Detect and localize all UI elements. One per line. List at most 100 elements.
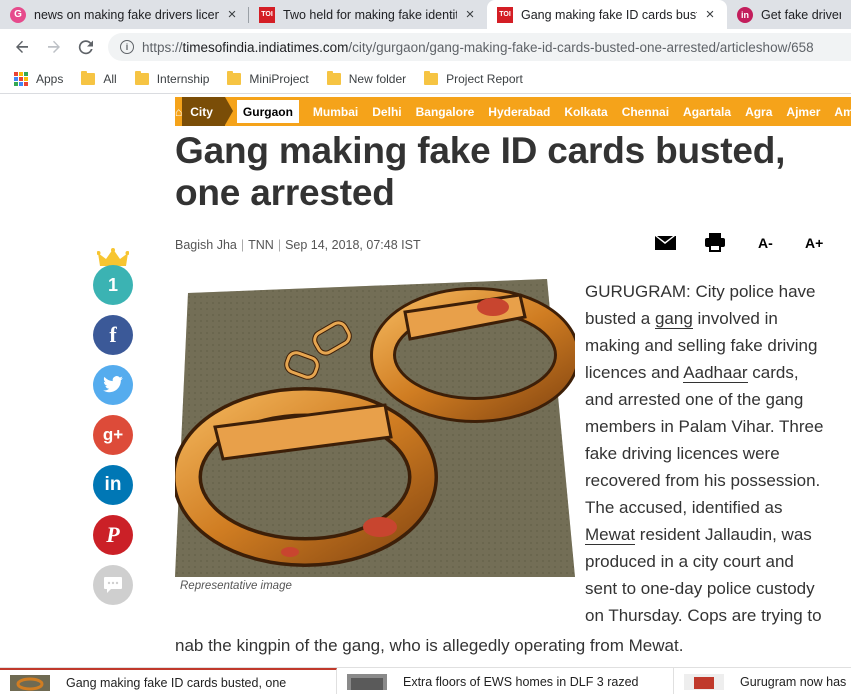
nav-city-link[interactable]: Hyderabad [488,105,550,119]
forward-arrow-icon[interactable] [38,31,70,63]
body-text: GURUGRAM: City police have [585,282,816,301]
tab-title: Gang making fake ID cards buste [521,7,697,22]
nav-city-link[interactable]: Amara [834,105,851,119]
folder-icon [134,71,149,85]
bookmark-all[interactable]: All [81,71,117,86]
tab-title: Get fake driver's l [761,7,841,22]
related-story[interactable]: Gang making fake ID cards busted, one [0,668,337,694]
nav-city-gurgaon[interactable]: Gurgaon [236,100,299,123]
reload-icon[interactable] [70,31,102,63]
folder-icon [81,71,96,85]
bookmark-apps[interactable]: Apps [14,72,63,86]
nav-city-link[interactable]: Delhi [372,105,401,119]
body-line: GURUGRAM: City police have [585,278,823,305]
body-text: involved in [692,309,778,328]
story-thumbnail [10,674,50,691]
font-decrease-button[interactable]: A- [758,235,773,251]
related-story-title: Extra floors of EWS homes in DLF 3 razed [403,674,639,689]
related-story[interactable]: Extra floors of EWS homes in DLF 3 razed [337,668,674,694]
address-bar[interactable]: i https://timesofindia.indiatimes.com/ci… [108,33,851,61]
body-text: resident Jallaudin, was [635,525,812,544]
headline-line: Gang making fake ID cards busted, [175,130,786,171]
browser-toolbar: i https://timesofindia.indiatimes.com/ci… [0,29,851,65]
body-last-line: nab the kingpin of the gang, who is alle… [175,636,684,655]
author-name[interactable]: Bagish Jha [175,238,237,252]
publish-date: Sep 14, 2018, 07:48 IST [285,238,421,252]
folder-icon [326,71,341,85]
back-arrow-icon[interactable] [6,31,38,63]
body-line: licences and Aadhaar cards, [585,359,823,386]
nav-city-link[interactable]: Agartala [683,105,731,119]
related-story-title: Gurugram now has [740,674,847,689]
body-line: Mewat resident Jallaudin, was [585,521,823,548]
body-text: on Thursday. Cops are trying to [585,606,822,625]
body-line: busted a gang involved in [585,305,823,332]
apps-grid-icon [14,72,28,86]
pinterest-share-icon[interactable]: P [93,515,133,555]
bookmarks-bar: Apps All Internship MiniProject New fold… [0,65,851,94]
url-host: timesofindia.indiatimes.com [182,39,349,55]
bookmark-label: All [103,72,117,86]
info-icon[interactable]: i [120,40,134,54]
comment-icon[interactable] [93,565,133,605]
nav-city-link[interactable]: Chennai [622,105,669,119]
print-icon[interactable] [705,233,725,252]
url-scheme: https:// [142,39,183,55]
tab-title: Two held for making fake identity [283,7,457,22]
byline-separator: | [240,238,245,252]
home-icon[interactable]: ⌂ [175,97,182,126]
googleplus-share-icon[interactable]: g+ [93,415,133,455]
nav-city-link[interactable]: Ajmer [786,105,820,119]
bookmark-project-report[interactable]: Project Report [424,71,523,86]
tab-get-fake-license[interactable]: in Get fake driver's l [727,0,851,29]
nav-city-link[interactable]: Agra [745,105,772,119]
image-caption: Representative image [180,580,292,592]
story-thumbnail [684,673,724,690]
bookmark-miniproject[interactable]: MiniProject [227,71,309,86]
body-text: fake driving licences were [585,444,780,463]
bookmark-label: Apps [36,72,64,86]
body-text: and arrested one of the gang [585,390,804,409]
city-navigation: ⌂ City Gurgaon Mumbai Delhi Bangalore Hy… [175,97,851,126]
body-line: The accused, identified as [585,494,823,521]
close-icon[interactable]: × [463,6,477,23]
body-text: busted a [585,309,655,328]
close-icon[interactable]: × [225,6,239,23]
tab-two-held[interactable]: TOI Two held for making fake identity × [249,0,487,29]
tab-google-search[interactable]: news on making fake drivers licen × [0,0,249,29]
font-increase-button[interactable]: A+ [805,235,823,251]
folder-icon [227,71,242,85]
body-text: licences and [585,363,684,382]
url-text[interactable]: https://timesofindia.indiatimes.com/city… [142,40,814,55]
close-icon[interactable]: × [703,6,717,23]
linkedin-share-icon[interactable]: in [93,465,133,505]
agency-name: TNN [248,238,274,252]
keyword-link[interactable]: gang [654,309,693,329]
toi-icon: TOI [259,6,275,23]
url-path: /city/gurgaon/gang-making-fake-id-cards-… [348,39,814,55]
related-stories-strip: Gang making fake ID cards busted, one Ex… [0,667,851,694]
keyword-link[interactable]: Mewat [585,525,636,545]
bookmark-internship[interactable]: Internship [134,71,210,86]
facebook-share-icon[interactable]: f [93,315,133,355]
browser-window: news on making fake drivers licen × TOI … [0,0,851,694]
nav-city-link[interactable]: Kolkata [564,105,607,119]
related-story-title: Gang making fake ID cards busted, one [66,675,287,690]
city-section-link[interactable]: City [182,97,233,126]
article-headline: Gang making fake ID cards busted, one ar… [175,130,835,214]
body-text: recovered from his possession. [585,471,821,490]
body-line: recovered from his possession. [585,467,823,494]
bookmark-label: Internship [156,72,210,86]
body-line: on Thursday. Cops are trying to [585,602,823,629]
nav-city-link[interactable]: Bangalore [416,105,475,119]
keyword-link[interactable]: Aadhaar [683,363,748,383]
related-story[interactable]: Gurugram now has [674,668,851,694]
mail-icon[interactable] [655,236,676,250]
nav-city-link[interactable]: Mumbai [313,105,358,119]
google-icon [10,6,26,23]
body-text: The accused, identified as [585,498,783,517]
tab-active-article[interactable]: TOI Gang making fake ID cards buste × [487,0,727,29]
twitter-share-icon[interactable] [93,365,133,405]
bookmark-new-folder[interactable]: New folder [326,71,406,86]
byline: Bagish Jha | TNN | Sep 14, 2018, 07:48 IST [175,238,421,252]
